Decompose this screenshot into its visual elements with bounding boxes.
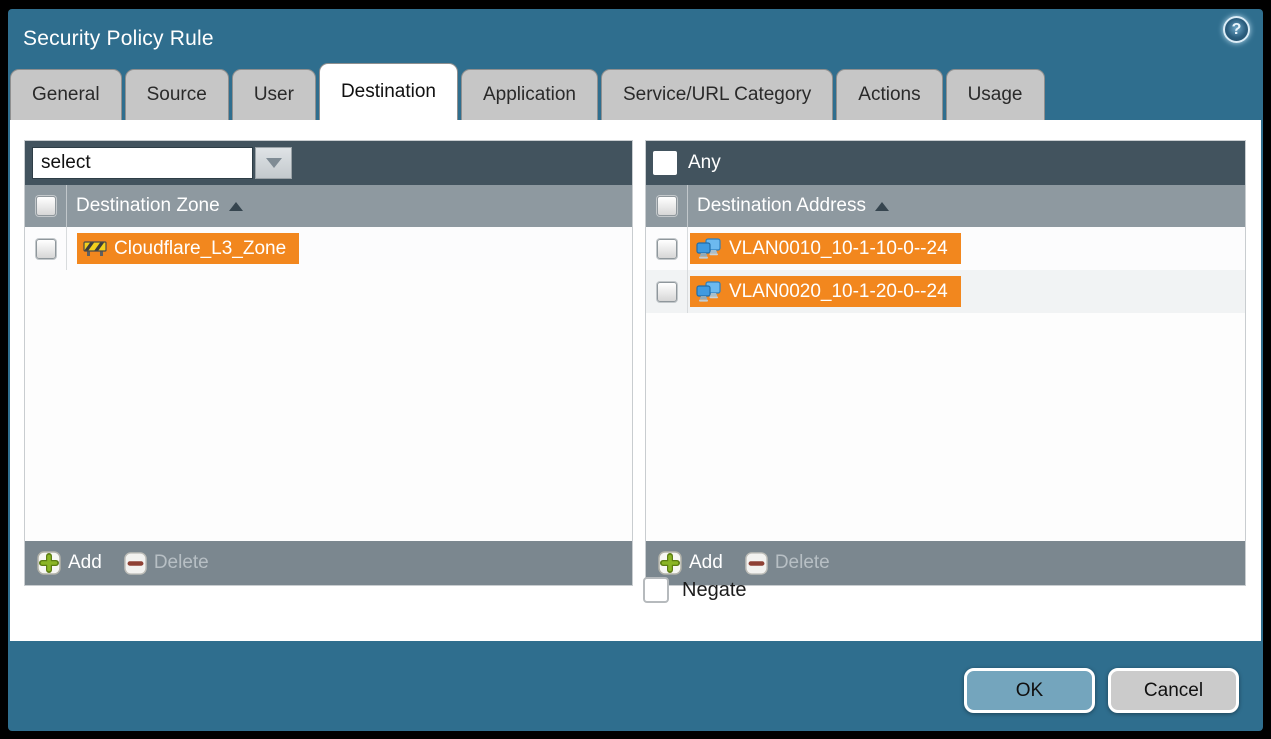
dialog-title: Security Policy Rule	[23, 27, 214, 51]
destination-tab-content: Destination Zone	[10, 120, 1261, 641]
delete-address-button[interactable]: Delete	[745, 552, 830, 575]
tab-service-url-category[interactable]: Service/URL Category	[601, 69, 833, 120]
add-address-button[interactable]: Add	[658, 551, 723, 575]
table-row: Cloudflare_L3_Zone	[25, 227, 632, 270]
address-column-header: Destination Address	[646, 185, 1245, 227]
address-rows: VLAN0010_10-1-10-0--24	[646, 227, 1245, 541]
zone-panel-toolbar	[25, 141, 632, 185]
tab-application[interactable]: Application	[461, 69, 598, 120]
delete-icon	[124, 552, 147, 575]
tab-actions[interactable]: Actions	[836, 69, 942, 120]
add-zone-button[interactable]: Add	[37, 551, 102, 575]
add-icon	[37, 551, 61, 575]
destination-zone-panel: Destination Zone	[24, 140, 633, 586]
delete-icon	[745, 552, 768, 575]
tab-general[interactable]: General	[10, 69, 122, 120]
row-checkbox[interactable]	[657, 239, 677, 259]
address-link[interactable]: VLAN0020_10-1-20-0--24	[690, 276, 961, 307]
negate-row: Negate	[643, 577, 747, 603]
row-checkbox[interactable]	[36, 239, 56, 259]
add-label: Add	[689, 552, 723, 574]
address-name: VLAN0020_10-1-20-0--24	[729, 281, 948, 303]
any-label: Any	[688, 152, 721, 174]
address-panel-toolbar: Any	[646, 141, 1245, 185]
zone-link[interactable]: Cloudflare_L3_Zone	[77, 233, 299, 264]
security-policy-rule-dialog: Security Policy Rule ? General Source Us…	[8, 9, 1263, 731]
tab-destination[interactable]: Destination	[319, 63, 458, 120]
zone-select-combobox	[32, 147, 292, 179]
sort-asc-icon	[875, 202, 889, 211]
delete-label: Delete	[775, 552, 830, 574]
any-checkbox[interactable]	[653, 151, 677, 175]
zone-column-title: Destination Zone	[76, 195, 220, 217]
ok-button[interactable]: OK	[964, 668, 1095, 713]
delete-label: Delete	[154, 552, 209, 574]
zone-column-header: Destination Zone	[25, 185, 632, 227]
zone-rows: Cloudflare_L3_Zone	[25, 227, 632, 541]
zone-panel-footer: Add Delete	[25, 541, 632, 585]
chevron-down-icon	[266, 158, 282, 168]
zone-name: Cloudflare_L3_Zone	[114, 238, 286, 260]
tab-user[interactable]: User	[232, 69, 316, 120]
delete-zone-button[interactable]: Delete	[124, 552, 209, 575]
select-all-zones-checkbox[interactable]	[36, 196, 56, 216]
add-icon	[658, 551, 682, 575]
address-name: VLAN0010_10-1-10-0--24	[729, 238, 948, 260]
address-icon	[696, 281, 722, 303]
sort-asc-icon	[229, 202, 243, 211]
dialog-button-bar: OK Cancel	[964, 668, 1239, 713]
table-row: VLAN0020_10-1-20-0--24	[646, 270, 1245, 313]
tab-bar: General Source User Destination Applicat…	[10, 64, 1048, 120]
tab-source[interactable]: Source	[125, 69, 229, 120]
address-link[interactable]: VLAN0010_10-1-10-0--24	[690, 233, 961, 264]
add-label: Add	[68, 552, 102, 574]
address-icon	[696, 238, 722, 260]
negate-checkbox[interactable]	[643, 577, 669, 603]
table-row: VLAN0010_10-1-10-0--24	[646, 227, 1245, 270]
zone-select-input[interactable]	[32, 147, 253, 179]
zone-icon	[83, 240, 107, 257]
tab-usage[interactable]: Usage	[946, 69, 1045, 120]
negate-label: Negate	[682, 579, 747, 602]
title-bar: Security Policy Rule ?	[8, 9, 1263, 63]
destination-address-panel: Any Destination Address	[645, 140, 1246, 586]
address-column-sort[interactable]: Destination Address	[688, 195, 889, 217]
row-checkbox[interactable]	[657, 282, 677, 302]
zone-column-sort[interactable]: Destination Zone	[67, 195, 243, 217]
address-column-title: Destination Address	[697, 195, 866, 217]
zone-select-dropdown-button[interactable]	[255, 147, 292, 179]
select-all-addresses-checkbox[interactable]	[657, 196, 677, 216]
cancel-button[interactable]: Cancel	[1108, 668, 1239, 713]
help-icon[interactable]: ?	[1223, 16, 1250, 43]
